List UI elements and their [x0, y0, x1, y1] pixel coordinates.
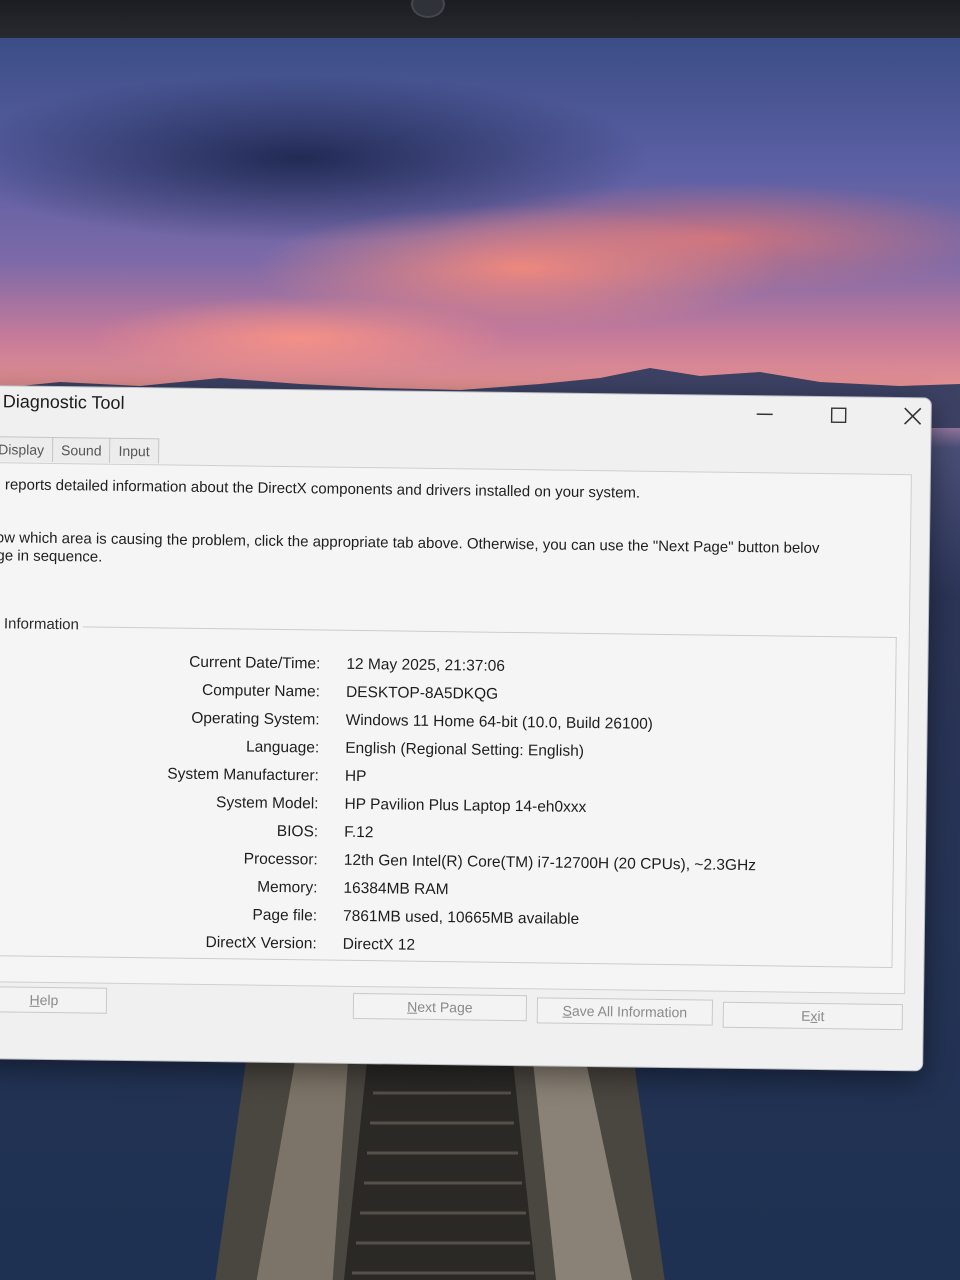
exit-label-start: E	[801, 1007, 811, 1024]
info-value: HP Pavilion Plus Laptop 14-eh0xxx	[344, 795, 587, 816]
info-label: System Manufacturer:	[167, 765, 320, 785]
next-page-button[interactable]: Next Page	[352, 992, 528, 1022]
intro-text-line2: know which area is causing the problem, …	[0, 529, 820, 558]
maximize-icon	[830, 407, 847, 424]
wooden-pier-image	[215, 1033, 665, 1280]
info-value: English (Regional Setting: English)	[345, 739, 585, 760]
maximize-button[interactable]	[816, 399, 860, 432]
exit-button[interactable]: Exit	[722, 1001, 903, 1031]
save-all-information-button[interactable]: Save All Information	[536, 997, 714, 1026]
intro-text-line1: ool reports detailed information about t…	[0, 476, 641, 502]
help-button[interactable]: Help	[0, 986, 108, 1014]
info-value: F.12	[344, 823, 374, 842]
minimize-icon	[756, 413, 773, 416]
info-label: Computer Name:	[201, 681, 321, 701]
info-label: Memory:	[257, 878, 318, 897]
save-all-mnemonic: S	[562, 1002, 573, 1019]
info-value: DirectX 12	[342, 935, 416, 954]
info-label: System Model:	[215, 794, 319, 813]
system-info-rows: Current Date/Time: 12 May 2025, 21:37:06 …	[0, 651, 878, 971]
directx-diagnostic-window: tX Diagnostic Tool Display Sound Input o…	[0, 385, 934, 1072]
next-page-label: ext Page	[417, 998, 473, 1016]
info-label: Page file:	[252, 906, 318, 925]
info-value: Windows 11 Home 64-bit (10.0, Build 2610…	[345, 711, 654, 733]
minimize-button[interactable]	[742, 398, 786, 431]
tab-sound[interactable]: Sound	[51, 436, 111, 463]
exit-label-end: it	[817, 1008, 825, 1025]
info-value: 7861MB used, 10665MB available	[342, 907, 580, 928]
intro-text-line3: page in sequence.	[0, 547, 103, 566]
info-value: HP	[344, 767, 367, 786]
info-value: 16384MB RAM	[343, 879, 449, 899]
info-value: 12 May 2025, 21:37:06	[346, 655, 506, 675]
window-title: tX Diagnostic Tool	[0, 391, 125, 413]
info-label: Processor:	[243, 850, 318, 869]
help-label: elp	[39, 991, 59, 1009]
info-label: BIOS:	[276, 822, 319, 841]
tab-bar: Display Sound Input	[0, 436, 159, 464]
system-information-label: em Information	[0, 615, 84, 634]
webcam-icon	[411, 0, 445, 18]
close-button[interactable]	[890, 400, 934, 433]
info-label: Current Date/Time:	[189, 653, 321, 673]
info-label: Operating System:	[191, 709, 320, 729]
info-label: Language:	[245, 738, 320, 757]
system-tab-panel: ool reports detailed information about t…	[0, 462, 912, 995]
info-label: DirectX Version:	[205, 934, 317, 953]
info-value: DESKTOP-8A5DKQG	[345, 683, 499, 703]
tab-input[interactable]: Input	[109, 437, 159, 464]
close-icon	[904, 407, 922, 425]
help-mnemonic: H	[29, 991, 40, 1008]
save-all-label: ave All Information	[571, 1002, 688, 1021]
tab-display[interactable]: Display	[0, 436, 54, 462]
